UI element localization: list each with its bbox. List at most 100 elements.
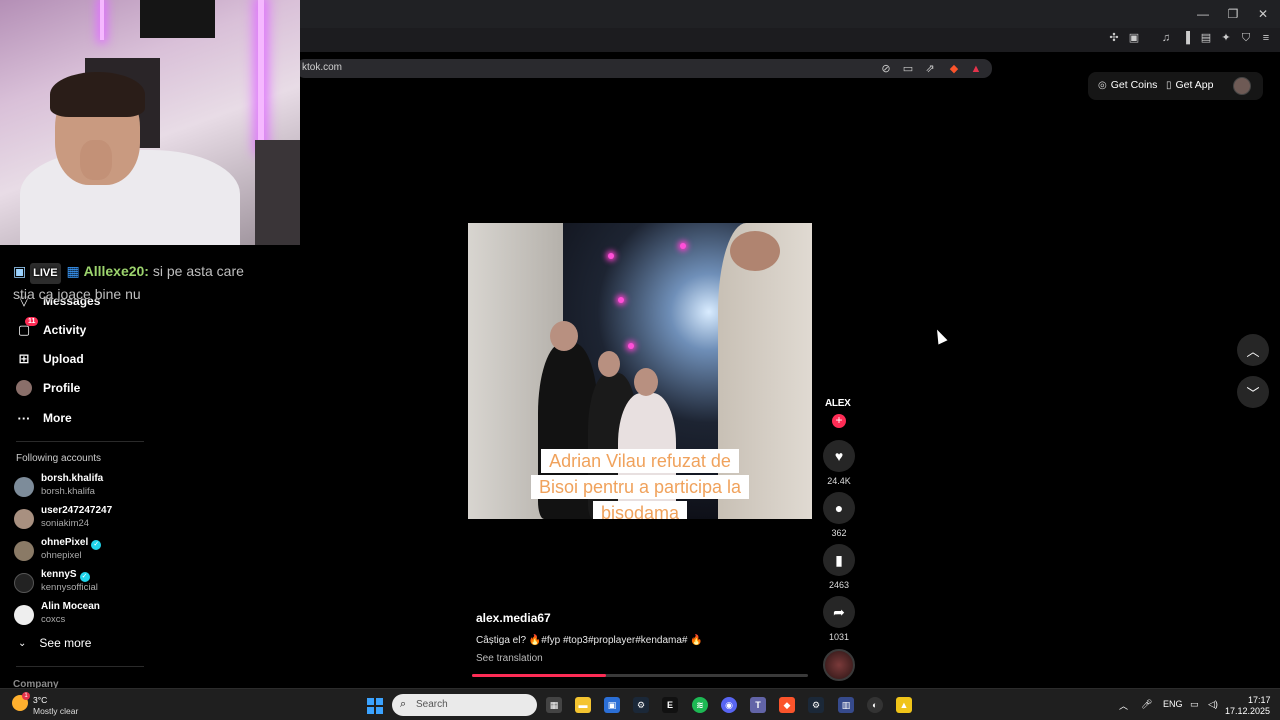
video-progress-fill	[472, 674, 607, 677]
user-avatar[interactable]	[1233, 77, 1251, 95]
sidebar-item-profile[interactable]: Profile	[16, 378, 80, 398]
minimize-button[interactable]: —	[1188, 4, 1218, 24]
see-more-button[interactable]: ⌄ See more	[18, 636, 91, 650]
vpn-icon[interactable]: ⛉	[1238, 31, 1254, 45]
task-view-icon[interactable]: ▦	[546, 697, 562, 713]
see-translation-link[interactable]: See translation	[476, 653, 543, 664]
mouse-cursor	[932, 327, 948, 345]
video-person-head	[730, 231, 780, 271]
brave-browser-icon[interactable]: ◆	[779, 697, 795, 713]
next-video-button[interactable]: ﹀	[1237, 376, 1269, 408]
video-person-head	[550, 321, 578, 351]
sidebar-item-activity[interactable]: ▢ 11 Activity	[16, 317, 87, 340]
share-button[interactable]: ➦	[823, 596, 855, 628]
video-player[interactable]: Adrian Vilau refuzat de Bisoi pentru a p…	[468, 223, 812, 519]
wallet-icon[interactable]: ▤	[1198, 31, 1214, 45]
chat-username: Alllexe20:	[83, 263, 149, 279]
sound-disc[interactable]	[823, 649, 855, 681]
file-explorer-icon[interactable]: ▬	[575, 697, 591, 713]
account-name: Alin Mocean	[41, 601, 100, 612]
obs-icon[interactable]: ◐	[867, 697, 883, 713]
live-badge: LIVE	[30, 263, 61, 284]
leo-ai-icon[interactable]: ✦	[1218, 31, 1234, 45]
url-text: ktok.com	[302, 62, 343, 73]
extensions-icon[interactable]: ✣	[1106, 31, 1122, 45]
account-name: borsh.khalifa	[41, 473, 104, 484]
previous-video-button[interactable]: ︿	[1237, 334, 1269, 366]
chevron-down-icon: ⌄	[18, 637, 27, 649]
stage-light	[680, 243, 686, 249]
video-person-head	[598, 351, 620, 377]
creator-avatar[interactable]: ALEX	[825, 398, 851, 409]
profile-avatar	[16, 380, 32, 396]
like-button[interactable]: ♥	[823, 440, 855, 472]
sidebar-item-label: Profile	[43, 381, 81, 395]
following-account-item[interactable]: borsh.khalifa borsh.khalifa	[14, 473, 154, 501]
share-icon[interactable]: ⇗	[922, 62, 938, 76]
clock-time[interactable]: 17:17	[1248, 695, 1271, 705]
video-progress-bar[interactable]	[472, 674, 808, 677]
store-icon[interactable]: ▣	[604, 697, 620, 713]
following-account-item[interactable]: ohnePixel ✓ ohnepixel	[14, 537, 154, 565]
cast-icon[interactable]: ▭	[900, 62, 916, 76]
language-indicator[interactable]: ENG	[1163, 699, 1183, 709]
account-name: ohnePixel ✓	[41, 537, 102, 550]
sidebar-item-more[interactable]: ··· More	[16, 408, 72, 428]
get-coins-button[interactable]: ◎ Get Coins	[1098, 79, 1157, 91]
stage-light	[628, 343, 634, 349]
sidebar-item-upload[interactable]: ⊞ Upload	[16, 349, 84, 369]
following-account-item[interactable]: kennyS ✓ kennysofficial	[14, 569, 154, 597]
sidebar-divider	[16, 666, 144, 667]
windows-taskbar: 1 3°C Mostly clear ⌕ Search ▦ ▬ ▣ ⚙ E ≋ …	[0, 688, 1280, 720]
sidebar-item-label: Upload	[43, 352, 84, 366]
volume-icon[interactable]: ◁)	[1208, 699, 1218, 710]
app-yellow-icon[interactable]: ▲	[896, 697, 912, 713]
account-name-text: ohnePixel	[41, 537, 89, 548]
cam-monitor	[255, 140, 300, 245]
app-icon[interactable]: ▥	[838, 697, 854, 713]
get-app-button[interactable]: ▯ Get App	[1166, 79, 1213, 91]
bookmark-icon: ▮	[835, 551, 843, 568]
media-icon[interactable]: ♫	[1158, 31, 1174, 45]
steam-alt-icon[interactable]: ⚙	[808, 697, 824, 713]
brave-shield-icon[interactable]: ◆	[946, 62, 962, 76]
taskbar-search[interactable]: ⌕ Search	[392, 694, 537, 716]
close-button[interactable]: ✕	[1248, 4, 1278, 24]
coin-icon: ◎	[1098, 79, 1107, 91]
comment-button[interactable]: ●	[823, 492, 855, 524]
webcam-overlay	[0, 0, 300, 245]
cam-hair	[50, 72, 145, 117]
start-button[interactable]	[367, 698, 383, 714]
brave-rewards-icon[interactable]: ▲	[968, 62, 984, 76]
tab-search-icon[interactable]: ▣	[1126, 31, 1142, 45]
sidebar-icon[interactable]: ▐	[1178, 31, 1194, 45]
weather-desc: Mostly clear	[33, 706, 79, 716]
follow-button[interactable]: +	[832, 414, 846, 428]
clock-date[interactable]: 17.12.2025	[1225, 706, 1270, 716]
avatar	[14, 541, 34, 561]
tv-icon: ▣	[13, 263, 27, 279]
no-tracking-icon[interactable]: ⊘	[878, 62, 894, 76]
address-bar[interactable]: ktok.com ⊘ ▭ ⇗ ◆ ▲	[296, 59, 992, 78]
restore-button[interactable]: ❐	[1218, 4, 1248, 24]
teams-icon[interactable]: T	[750, 697, 766, 713]
menu-icon[interactable]: ≡	[1258, 31, 1274, 45]
share-count: 1031	[828, 632, 850, 642]
save-button[interactable]: ▮	[823, 544, 855, 576]
discord-icon[interactable]: ◉	[721, 697, 737, 713]
sidebar-item-label: Activity	[43, 323, 87, 337]
network-icon[interactable]: ▭	[1190, 699, 1199, 710]
account-name: kennyS ✓	[41, 569, 90, 582]
microphone-icon[interactable]: 🎤︎	[1141, 699, 1152, 710]
video-author[interactable]: alex.media67	[476, 611, 551, 625]
steam-icon[interactable]: ⚙	[633, 697, 649, 713]
following-account-item[interactable]: Alin Mocean coxcs	[14, 601, 154, 629]
epic-games-icon[interactable]: E	[662, 697, 678, 713]
profile-avatar-icon	[16, 380, 32, 396]
caption-line: bisodama	[592, 501, 688, 519]
tray-chevron-up-icon[interactable]: ︿	[1119, 699, 1128, 712]
spotify-icon[interactable]: ≋	[692, 697, 708, 713]
following-account-item[interactable]: user247247247 soniakim24	[14, 505, 154, 533]
phone-icon: ▯	[1166, 79, 1172, 91]
stage-light	[618, 297, 624, 303]
